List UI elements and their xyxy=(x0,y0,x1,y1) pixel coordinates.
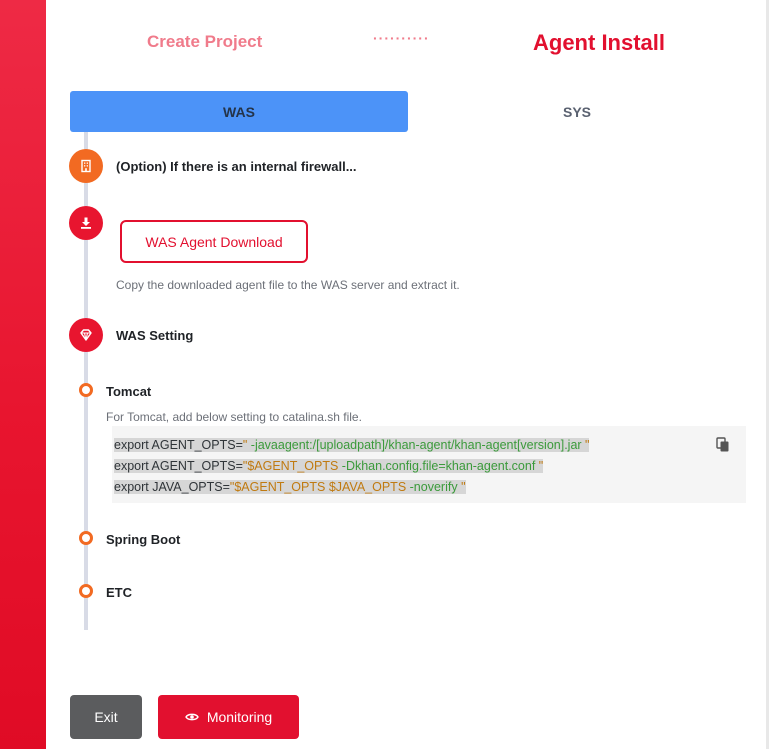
code-body: -javaagent:/[uploadpath]/khan-agent/khan… xyxy=(247,438,586,452)
code-lines: export AGENT_OPTS= " -javaagent:/[uploadp… xyxy=(114,435,590,498)
agent-install-panel: Create Project ·········· Agent Install … xyxy=(46,0,769,749)
tomcat-description: For Tomcat, add below setting to catalin… xyxy=(106,410,362,424)
gem-icon xyxy=(69,318,103,352)
code-variable: $AGENT_OPTS xyxy=(247,459,339,473)
step-separator: ·········· xyxy=(373,30,430,46)
step-agent-install: Agent Install xyxy=(533,30,666,55)
code-quote: " xyxy=(538,459,544,473)
download-description: Copy the downloaded agent file to the WA… xyxy=(116,278,460,292)
code-prefix: export AGENT_OPTS= xyxy=(114,438,243,452)
left-accent-strip xyxy=(0,0,46,749)
download-glyph xyxy=(81,217,91,229)
code-prefix: export AGENT_OPTS= xyxy=(114,459,243,473)
code-body: -Dkhan.config.file=khan-agent.conf xyxy=(338,459,539,473)
download-icon xyxy=(69,206,103,240)
code-quote: " xyxy=(461,480,466,494)
monitoring-label: Monitoring xyxy=(206,709,273,725)
etc-bullet xyxy=(79,584,93,598)
code-line: export JAVA_OPTS= " $AGENT_OPTS $JAVA_OPTS… xyxy=(114,477,589,498)
code-line: export AGENT_OPTS= " $AGENT_OPTS -Dkhan.co… xyxy=(114,456,589,477)
tab-sys[interactable]: SYS xyxy=(408,91,746,132)
step-create-project: Create Project xyxy=(147,32,263,51)
copy-icon[interactable] xyxy=(716,437,730,453)
exit-button[interactable]: Exit xyxy=(70,695,142,739)
code-variable: $AGENT_OPTS $JAVA_OPTS xyxy=(234,480,407,494)
tomcat-code-block[interactable]: export AGENT_OPTS= " -javaagent:/[uploadp… xyxy=(112,426,746,503)
tomcat-title[interactable]: Tomcat xyxy=(106,384,151,399)
tab-was[interactable]: WAS xyxy=(70,91,408,132)
firewall-step-title: (Option) If there is an internal firewal… xyxy=(116,159,357,174)
tomcat-bullet xyxy=(79,383,93,397)
eye-icon xyxy=(185,713,199,721)
code-quote: " xyxy=(585,438,590,452)
code-body: -noverify xyxy=(406,480,462,494)
was-agent-download-button[interactable]: WAS Agent Download xyxy=(120,220,308,263)
monitoring-button[interactable]: Monitoring xyxy=(158,695,299,739)
spring-boot-bullet xyxy=(79,531,93,545)
building-icon xyxy=(69,149,103,183)
gem-glyph xyxy=(80,329,92,341)
code-prefix: export JAVA_OPTS= xyxy=(114,480,230,494)
etc-title[interactable]: ETC xyxy=(106,585,132,600)
was-setting-title: WAS Setting xyxy=(116,328,194,343)
code-line: export AGENT_OPTS= " -javaagent:/[uploadp… xyxy=(114,435,590,456)
building-glyph xyxy=(81,159,91,173)
spring-boot-title[interactable]: Spring Boot xyxy=(106,532,180,547)
